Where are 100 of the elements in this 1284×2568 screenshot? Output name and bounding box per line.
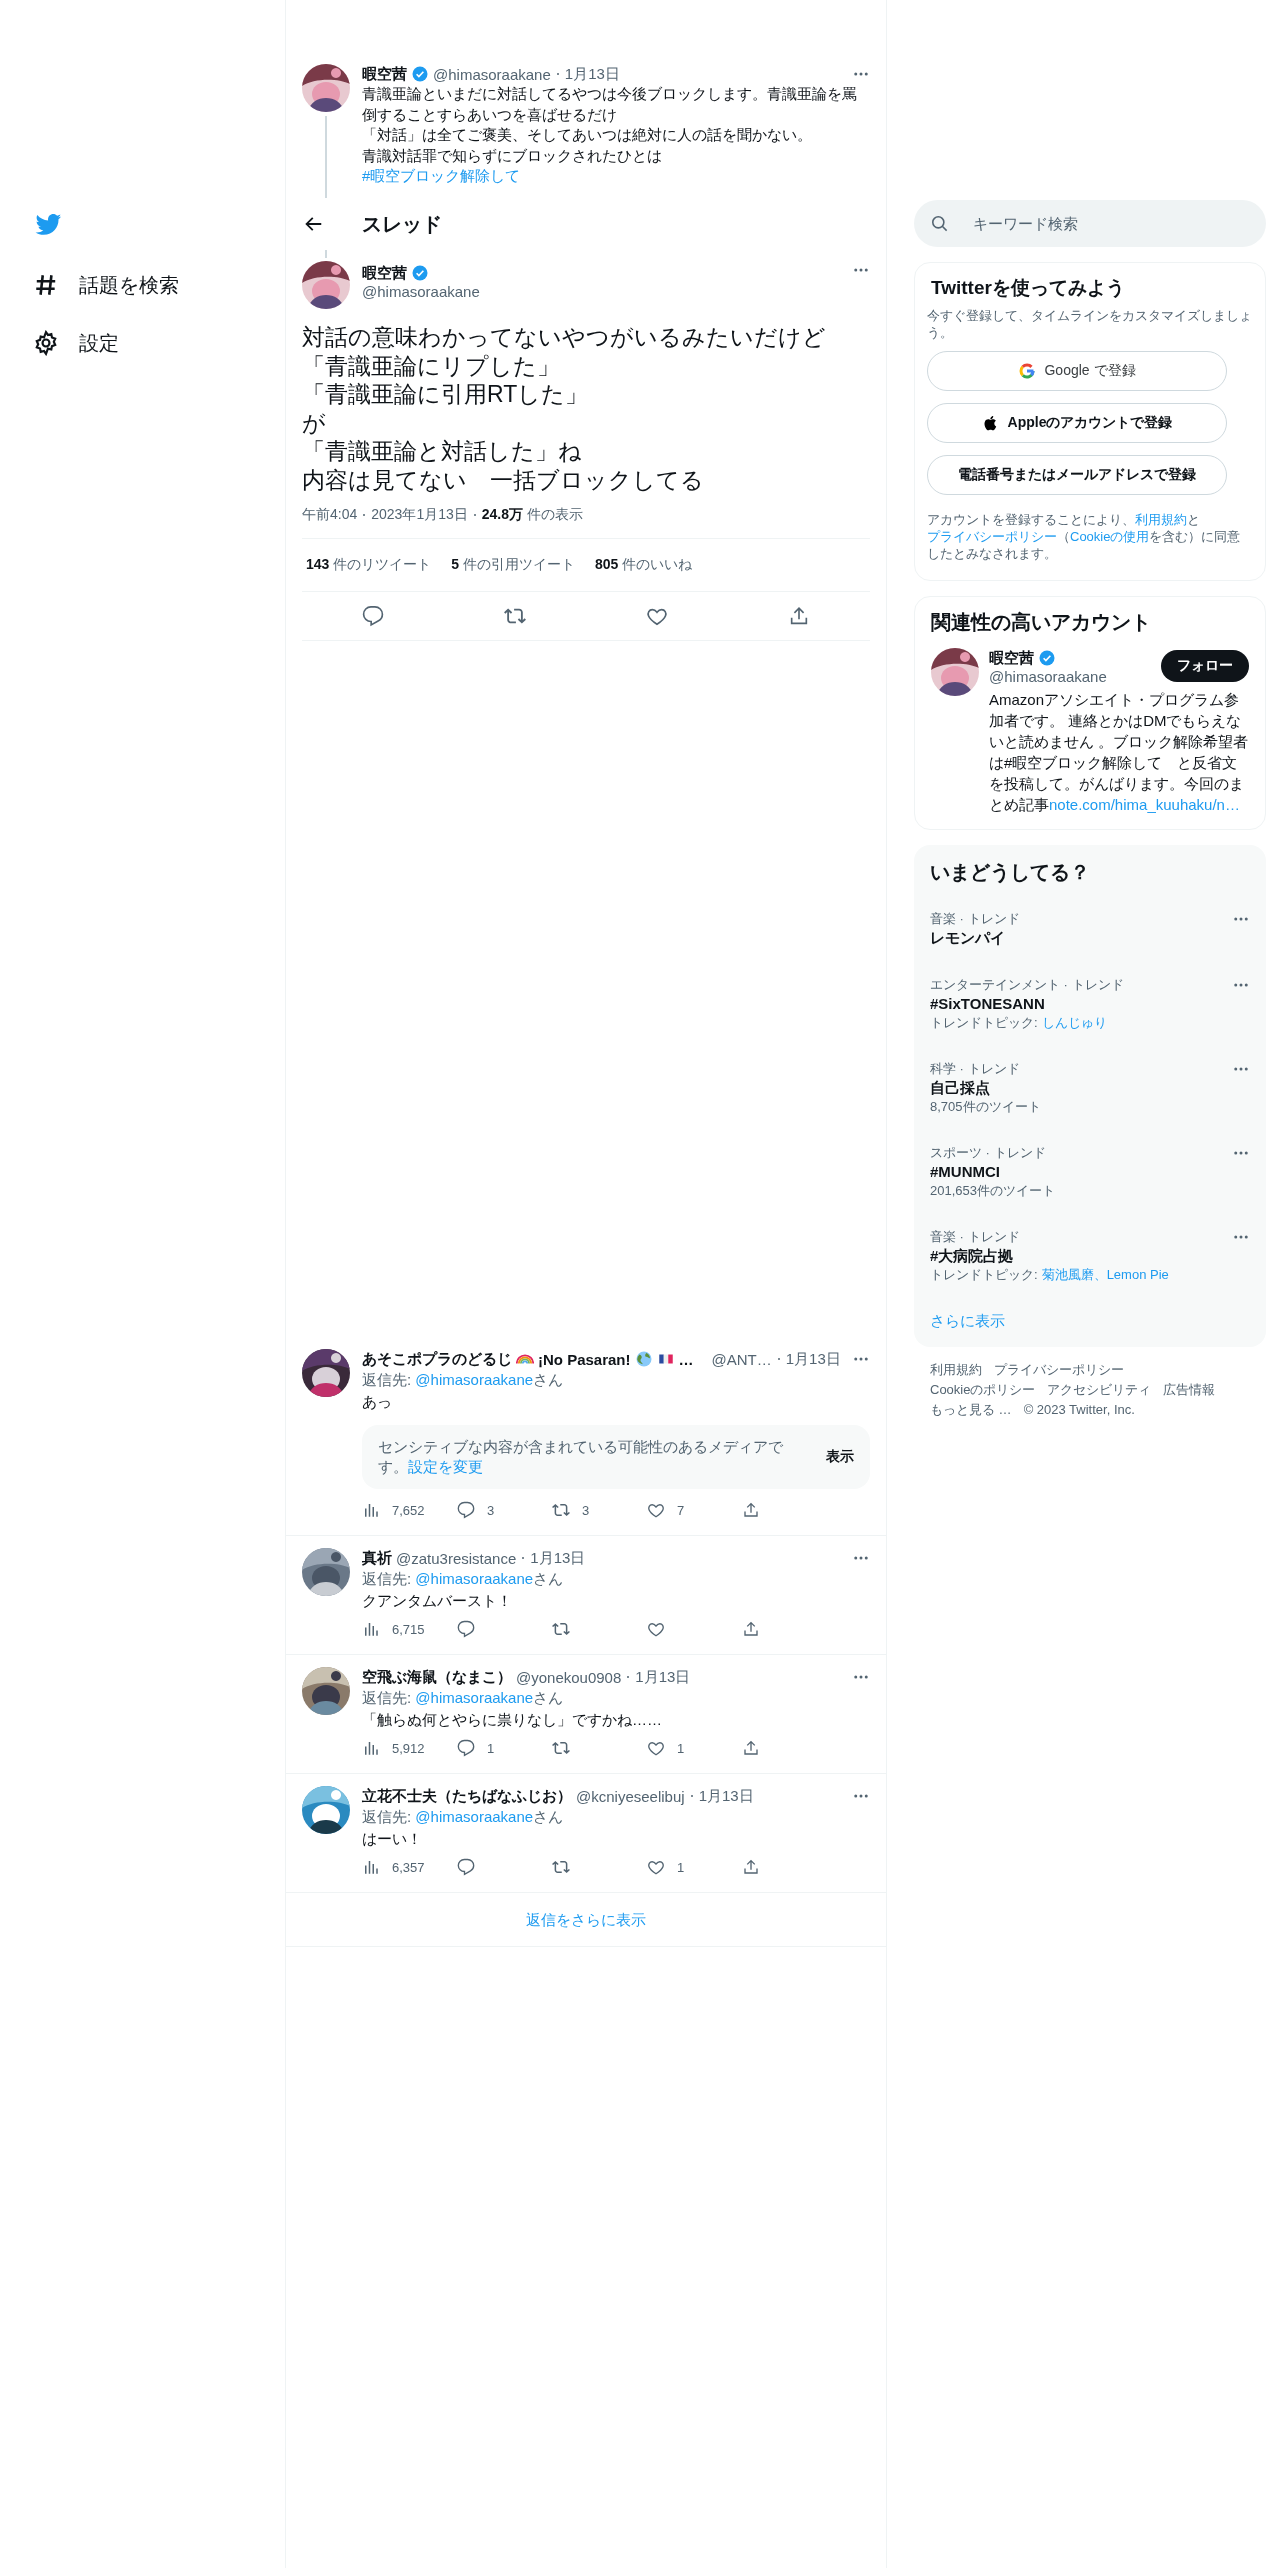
footer-link[interactable]: もっと見る … (930, 1402, 1012, 1418)
heart-icon[interactable] (647, 1858, 665, 1876)
trend-name[interactable]: #SixTONESANN (930, 994, 1232, 1014)
like-count: 7 (677, 1502, 685, 1518)
tweet-date[interactable]: 1月13日 (530, 1548, 586, 1568)
tweet-text: クアンタムバースト！ (362, 1591, 513, 1611)
user-name[interactable]: 暇空茜 (989, 648, 1034, 668)
tweet-text: 「青識亜論にリプした」 (302, 351, 561, 380)
tweet-text: 内容は見てない 一括ブロックしてる (302, 465, 705, 494)
reply-icon[interactable] (457, 1620, 475, 1638)
trend-category: エンターテインメント · トレンド (930, 976, 1125, 994)
footer-link[interactable]: アクセシビリティ (1047, 1382, 1152, 1398)
views-icon[interactable] (362, 1858, 380, 1876)
signup-button[interactable]: 電話番号またはメールアドレスで登録 (927, 455, 1227, 495)
user-name[interactable]: ¡No Pasaran! (538, 1350, 631, 1368)
user-handle[interactable]: @yonekou0908 (516, 1668, 622, 1686)
trend-name[interactable]: レモンパイ (930, 928, 1232, 948)
trend-category: 音楽 · トレンド (930, 1228, 1021, 1246)
footer-link[interactable]: 広告情報 (1163, 1382, 1216, 1398)
notice-text: センシティブな内容が含まれている可能性のあるメディアです。設定を変更 (378, 1437, 784, 1477)
settings-icon (33, 330, 59, 356)
views-icon[interactable] (362, 1739, 380, 1757)
user-name[interactable]: 暇空茜 (362, 64, 407, 84)
share-icon[interactable] (788, 605, 810, 627)
nav-item[interactable]: 話題を検索 (33, 256, 285, 314)
follow-button[interactable]: フォロー (1161, 650, 1249, 682)
trend-category: スポーツ · トレンド (930, 1144, 1047, 1162)
user-name[interactable]: 立花不士夫（たちばなふじお） (362, 1786, 572, 1806)
heart-icon[interactable] (647, 1739, 665, 1757)
account-bio: Amazonアソシエイト・プログラム参加者です。 連絡とかはDMでもらえないと読めません 。ブロック解除希望者は#暇空ブロック解除して と反省文を投稿して。がんばります。今回のまとめ記事note.com/hima_kuuhaku/n… (989, 690, 1249, 815)
user-handle[interactable]: @himasoraakane (433, 65, 551, 83)
card-title: いまどうしてる？ (930, 860, 1091, 885)
tweet-date[interactable]: 1月13日 (698, 1786, 754, 1806)
signup-button[interactable]: Google で登録 (927, 351, 1227, 391)
reply-count: 1 (487, 1740, 495, 1756)
reply-icon[interactable] (362, 605, 384, 627)
share-icon[interactable] (742, 1620, 760, 1638)
retweet-icon[interactable] (552, 1739, 570, 1757)
user-handle[interactable]: @ANT… (711, 1350, 772, 1368)
view-count: 7,652 (392, 1502, 425, 1518)
stat-link[interactable]: 805 件のいいね (594, 556, 693, 574)
user-name[interactable]: 空飛ぶ海鼠（なまこ） (362, 1667, 512, 1687)
reply-count: 3 (487, 1502, 495, 1518)
show-button[interactable]: 表示 (806, 1448, 854, 1466)
tweet-date[interactable]: 1月13日 (785, 1349, 841, 1369)
tweet-text: はーい！ (362, 1829, 423, 1849)
nav-item[interactable]: 設定 (33, 314, 285, 372)
page-title: スレッド (362, 211, 442, 237)
globe-icon (634, 1350, 653, 1368)
views-icon[interactable] (362, 1620, 380, 1638)
retweet-icon[interactable] (552, 1858, 570, 1876)
share-icon[interactable] (742, 1858, 760, 1876)
user-handle[interactable]: @himasoraakane (989, 668, 1107, 685)
user-name[interactable]: あそこポプラのどるじ (362, 1349, 512, 1369)
search-field[interactable]: キーワード検索 (914, 200, 1266, 247)
view-count: 5,912 (392, 1740, 425, 1756)
reply-to-text: 返信先: @himasoraakaneさん (362, 1569, 565, 1589)
heart-icon[interactable] (647, 1620, 665, 1638)
copyright: © 2023 Twitter, Inc. (1023, 1402, 1135, 1418)
name-ellipsis: … (678, 1350, 694, 1368)
user-handle[interactable]: @zatu3resistance (396, 1549, 517, 1567)
views-icon[interactable] (362, 1501, 380, 1519)
topic-separator: 、 (1093, 1267, 1107, 1282)
reply-icon[interactable] (457, 1501, 475, 1519)
footer-link[interactable]: 利用規約 (930, 1362, 982, 1378)
tweet-text: あっ (362, 1392, 393, 1412)
signup-button[interactable]: Appleのアカウントで登録 (927, 403, 1227, 443)
trend-name[interactable]: #MUNMCI (930, 1162, 1232, 1182)
trend-name[interactable]: #大病院占拠 (930, 1246, 1232, 1266)
retweet-icon[interactable] (552, 1620, 570, 1638)
topics-label: トレンドトピック: (930, 1266, 1038, 1284)
tweet-text: 「対話」は全てご褒美、そしてあいつは絶対に人の話を聞かない。 (362, 125, 813, 145)
tweet-date[interactable]: 1月13日 (635, 1667, 691, 1687)
view-count: 24.8万 件の表示 (481, 506, 583, 524)
footer-link[interactable]: Cookieのポリシー (930, 1382, 1036, 1398)
share-icon[interactable] (742, 1501, 760, 1519)
stat-link[interactable]: 143 件のリツイート (306, 556, 432, 574)
tweet-time[interactable]: 午前4:04 (302, 506, 358, 524)
tweet-count: 8,705件のツイート (930, 1098, 1042, 1116)
share-icon[interactable] (742, 1739, 760, 1757)
heart-icon[interactable] (647, 1501, 665, 1519)
trend-name[interactable]: 自己採点 (930, 1078, 1232, 1098)
tweet-text: 青識亜論といまだに対話してるやつは今後ブロックします。青識亜論を罵倒することすらあいつを喜ばせるだけ (362, 84, 858, 125)
google-icon (1018, 362, 1037, 380)
topics-label: トレンドトピック: (930, 1014, 1038, 1032)
stat-link[interactable]: 5 件の引用ツイート (451, 556, 575, 574)
tweet-date[interactable]: 1月13日 (564, 64, 620, 84)
tweet-text: 青識対話罪で知らずにブロックされたひとは (362, 145, 663, 166)
reply-icon[interactable] (457, 1858, 475, 1876)
card-title: Twitterを使ってみよう (931, 276, 1126, 300)
reply-icon[interactable] (457, 1739, 475, 1757)
user-name[interactable]: 暇空茜 (362, 263, 407, 283)
retweet-icon[interactable] (552, 1501, 570, 1519)
footer-link[interactable]: プライバシーポリシー (994, 1362, 1124, 1378)
retweet-count: 3 (582, 1502, 590, 1518)
user-handle[interactable]: @kcniyeseelibuj (576, 1787, 685, 1805)
user-handle[interactable]: @himasoraakane (362, 283, 840, 300)
card-title: 関連性の高いアカウント (931, 610, 1152, 635)
user-name[interactable]: 真祈 (362, 1548, 392, 1568)
tweet-date[interactable]: 2023年1月13日 (371, 506, 468, 524)
